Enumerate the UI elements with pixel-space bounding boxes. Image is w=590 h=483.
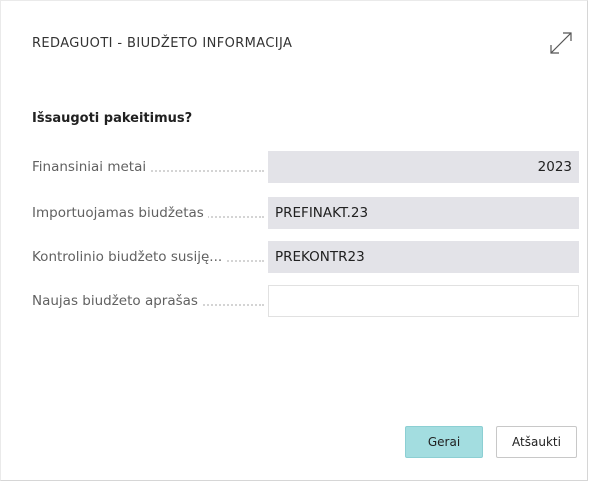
field-label-text: Kontrolinio biudžeto susiję...: [32, 249, 227, 265]
field-row-fiscal-year: Finansiniai metai 2023: [32, 151, 579, 183]
ok-button[interactable]: Gerai: [405, 426, 483, 458]
imported-budget-value[interactable]: PREFINAKT.23: [268, 197, 579, 229]
field-row-new-budget-description: Naujas biudžeto aprašas: [32, 285, 579, 317]
dialog-title: REDAGUOTI - BIUDŽETO INFORMACIJA: [32, 36, 293, 51]
field-label-text: Finansiniai metai: [32, 159, 151, 175]
field-label-new-budget-description: Naujas biudžeto aprašas: [32, 285, 268, 317]
fiscal-year-value[interactable]: 2023: [268, 151, 579, 183]
control-budget-value[interactable]: PREKONTR23: [268, 241, 579, 273]
field-label-text: Naujas biudžeto aprašas: [32, 293, 202, 309]
field-label-text: Importuojamas biudžetas: [32, 205, 208, 221]
field-label-control-budget: Kontrolinio biudžeto susiję...: [32, 241, 268, 273]
cancel-button[interactable]: Atšaukti: [496, 426, 577, 458]
field-row-control-budget: Kontrolinio biudžeto susiję... PREKONTR2…: [32, 241, 579, 273]
save-changes-question: Išsaugoti pakeitimus?: [32, 111, 193, 126]
edit-dialog: REDAGUOTI - BIUDŽETO INFORMACIJA Išsaugo…: [0, 0, 588, 481]
expand-icon-glyph: [550, 32, 572, 54]
field-row-imported-budget: Importuojamas biudžetas PREFINAKT.23: [32, 197, 579, 229]
field-label-fiscal-year: Finansiniai metai: [32, 151, 268, 183]
field-label-imported-budget: Importuojamas biudžetas: [32, 197, 268, 229]
expand-icon[interactable]: [547, 29, 575, 57]
new-budget-description-input[interactable]: [268, 285, 579, 317]
